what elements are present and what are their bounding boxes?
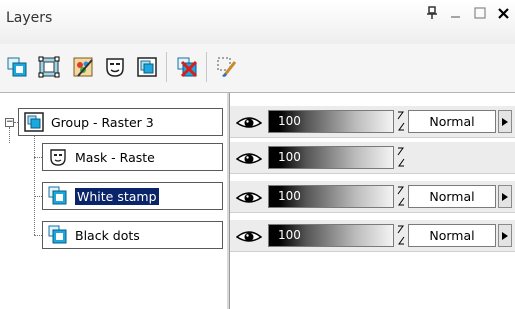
pin-icon[interactable] [425, 6, 439, 20]
new-vector-layer-icon[interactable] [36, 54, 62, 80]
opacity-value: 100 [278, 228, 301, 242]
layer-properties-row: 100 Normal [230, 181, 515, 213]
layer-row-mask[interactable]: Mask - Raste [42, 143, 223, 171]
group-layer-icon [23, 111, 45, 133]
layer-properties-row: 100 Normal [230, 106, 515, 138]
layer-properties-pane: 100 Normal 100 100 Normal 100 Normal [230, 93, 515, 309]
layer-properties-row: 100 [230, 142, 515, 174]
close-icon[interactable] [497, 6, 511, 20]
toolbar-separator [206, 52, 207, 82]
new-raster-layer-icon[interactable] [4, 54, 30, 80]
visibility-eye-icon[interactable] [235, 150, 263, 166]
opacity-slider[interactable]: 100 [268, 146, 394, 169]
opacity-slider[interactable]: 100 [268, 185, 394, 208]
layers-toolbar [0, 44, 515, 93]
layer-name: Mask - Raste [75, 149, 155, 165]
opacity-spin-icon[interactable] [396, 185, 406, 208]
opacity-spin-icon[interactable] [396, 146, 406, 169]
mask-layer-icon [47, 146, 69, 168]
edit-selection-brush-icon[interactable] [214, 54, 240, 80]
toolbar-separator [166, 52, 167, 82]
opacity-spin-icon[interactable] [396, 224, 406, 247]
layer-row-white-stamp[interactable]: White stamp [42, 182, 223, 210]
new-mask-layer-icon[interactable] [102, 54, 128, 80]
tree-line [9, 127, 10, 143]
layer-name: Group - Raster 3 [51, 114, 154, 130]
blend-mode-dropdown[interactable]: Normal [408, 110, 496, 133]
visibility-eye-icon[interactable] [235, 189, 263, 205]
layer-name: White stamp [75, 187, 159, 205]
palette-title-bar[interactable]: Layers [0, 0, 515, 45]
visibility-eye-icon[interactable] [235, 114, 263, 130]
layer-row-black-dots[interactable]: Black dots [42, 221, 223, 249]
blend-mode-dropdown[interactable]: Normal [408, 224, 496, 247]
minimize-icon[interactable] [449, 6, 463, 20]
layer-properties-row: 100 Normal [230, 220, 515, 252]
opacity-value: 100 [278, 150, 301, 164]
new-art-media-layer-icon[interactable] [70, 54, 96, 80]
layer-name: Black dots [75, 227, 140, 243]
title-controls [425, 6, 511, 20]
opacity-value: 100 [278, 189, 301, 203]
maximize-icon[interactable] [473, 6, 487, 20]
blend-mode-arrow-icon[interactable] [498, 185, 512, 208]
opacity-slider[interactable]: 100 [268, 110, 394, 133]
group-collapse-toggle[interactable]: − [5, 118, 14, 127]
tree-line [34, 127, 35, 235]
delete-layer-icon[interactable] [174, 54, 200, 80]
visibility-eye-icon[interactable] [235, 228, 263, 244]
layers-palette: Layers − Group - Raster 3 Mask - Raste W… [0, 0, 515, 309]
blend-mode-arrow-icon[interactable] [498, 224, 512, 247]
raster-layer-icon [47, 224, 69, 246]
raster-layer-icon [47, 185, 69, 207]
tree-line [34, 196, 42, 197]
tree-line [34, 157, 42, 158]
new-group-layer-icon[interactable] [134, 54, 160, 80]
blend-mode-arrow-icon[interactable] [498, 110, 512, 133]
opacity-spin-icon[interactable] [396, 110, 406, 133]
blend-mode-dropdown[interactable]: Normal [408, 185, 496, 208]
layer-row-group-raster-3[interactable]: Group - Raster 3 [18, 108, 223, 136]
palette-title: Layers [6, 10, 53, 26]
opacity-slider[interactable]: 100 [268, 224, 394, 247]
tree-line [34, 235, 42, 236]
opacity-value: 100 [278, 114, 301, 128]
